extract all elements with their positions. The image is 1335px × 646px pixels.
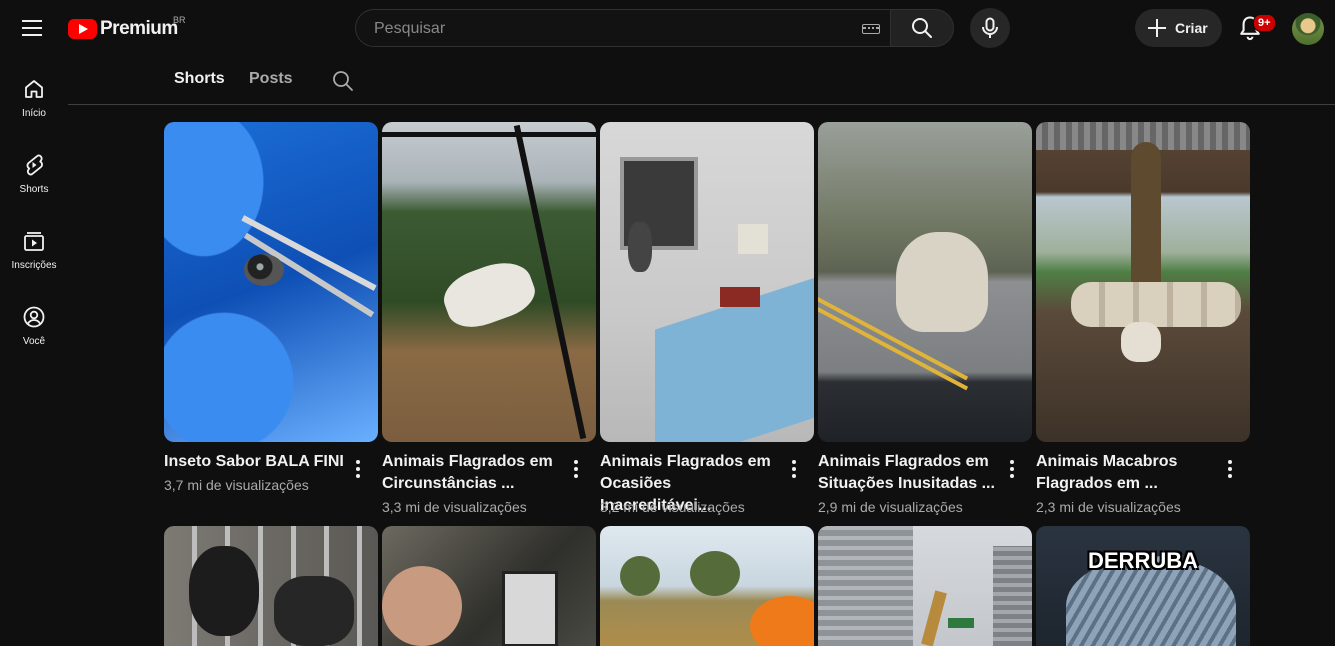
short-thumbnail[interactable] (1036, 122, 1250, 442)
logo-region: BR (173, 15, 186, 25)
home-icon (25, 80, 43, 98)
create-button[interactable]: Criar (1135, 9, 1222, 47)
short-thumbnail[interactable] (164, 122, 378, 442)
short-title[interactable]: Animais Flagrados em Circunstâncias ... (382, 451, 562, 495)
tab-posts[interactable]: Posts (249, 70, 293, 88)
logo-text: Premium (100, 18, 178, 39)
more-options-icon[interactable] (1220, 458, 1240, 482)
short-views: 3,7 mi de visualizações (164, 477, 309, 493)
sidebar-item-label: Shorts (19, 184, 49, 195)
sidebar: Início Shorts Inscrições Você (0, 56, 68, 639)
search-icon[interactable] (331, 69, 355, 93)
search-box (355, 9, 891, 48)
short-thumbnail[interactable] (600, 526, 814, 646)
short-thumbnail[interactable] (600, 122, 814, 442)
play-logo-icon (68, 19, 97, 39)
more-options-icon[interactable] (566, 458, 586, 482)
channel-tabs: Shorts Posts (68, 56, 1335, 105)
you-icon (23, 306, 45, 328)
voice-search-button[interactable] (970, 8, 1010, 48)
search-icon (912, 18, 932, 38)
subscriptions-icon (24, 232, 44, 251)
sidebar-item-inicio[interactable]: Início (4, 56, 64, 126)
more-options-icon[interactable] (1002, 458, 1022, 482)
sidebar-item-label: Inscrições (11, 260, 57, 271)
short-thumbnail[interactable] (818, 526, 1032, 646)
short-title[interactable]: Animais Macabros Flagrados em ... (1036, 451, 1216, 495)
search-input[interactable] (372, 10, 836, 48)
microphone-icon (982, 17, 998, 38)
sidebar-item-shorts[interactable]: Shorts (4, 132, 64, 202)
sidebar-item-label: Início (22, 108, 46, 119)
short-views: 2,3 mi de visualizações (1036, 499, 1181, 515)
short-views: 3,3 mi de visualizações (382, 499, 527, 515)
search-button[interactable] (890, 9, 954, 47)
thumbnail-caption: DERRUBA (1088, 548, 1198, 573)
short-views: 2,9 mi de visualizações (818, 499, 963, 515)
tab-shorts[interactable]: Shorts (174, 70, 225, 88)
short-views: 3,2 mi de visualizações (600, 499, 745, 515)
short-thumbnail[interactable]: DERRUBA (1036, 526, 1250, 646)
menu-icon[interactable] (20, 16, 44, 40)
more-options-icon[interactable] (784, 458, 804, 482)
sidebar-item-label: Você (22, 336, 46, 347)
plus-icon (1145, 16, 1169, 40)
avatar[interactable] (1292, 13, 1324, 45)
short-title[interactable]: Inseto Sabor BALA FINI (164, 451, 344, 473)
short-thumbnail[interactable] (164, 526, 378, 646)
create-label: Criar (1175, 20, 1208, 36)
notifications-badge: 9+ (1253, 14, 1276, 32)
short-title[interactable]: Animais Flagrados em Situações Inusitadas… (818, 451, 998, 495)
more-options-icon[interactable] (348, 458, 368, 482)
top-bar: Premium BR Criar 9+ (0, 0, 1335, 56)
shorts-icon (26, 154, 43, 176)
sidebar-item-voce[interactable]: Você (4, 284, 64, 354)
short-thumbnail[interactable] (382, 526, 596, 646)
keyboard-icon[interactable] (862, 24, 880, 34)
youtube-premium-logo[interactable]: Premium BR (68, 15, 186, 43)
short-thumbnail[interactable] (382, 122, 596, 442)
sidebar-item-inscricoes[interactable]: Inscrições (4, 208, 64, 278)
short-thumbnail[interactable] (818, 122, 1032, 442)
